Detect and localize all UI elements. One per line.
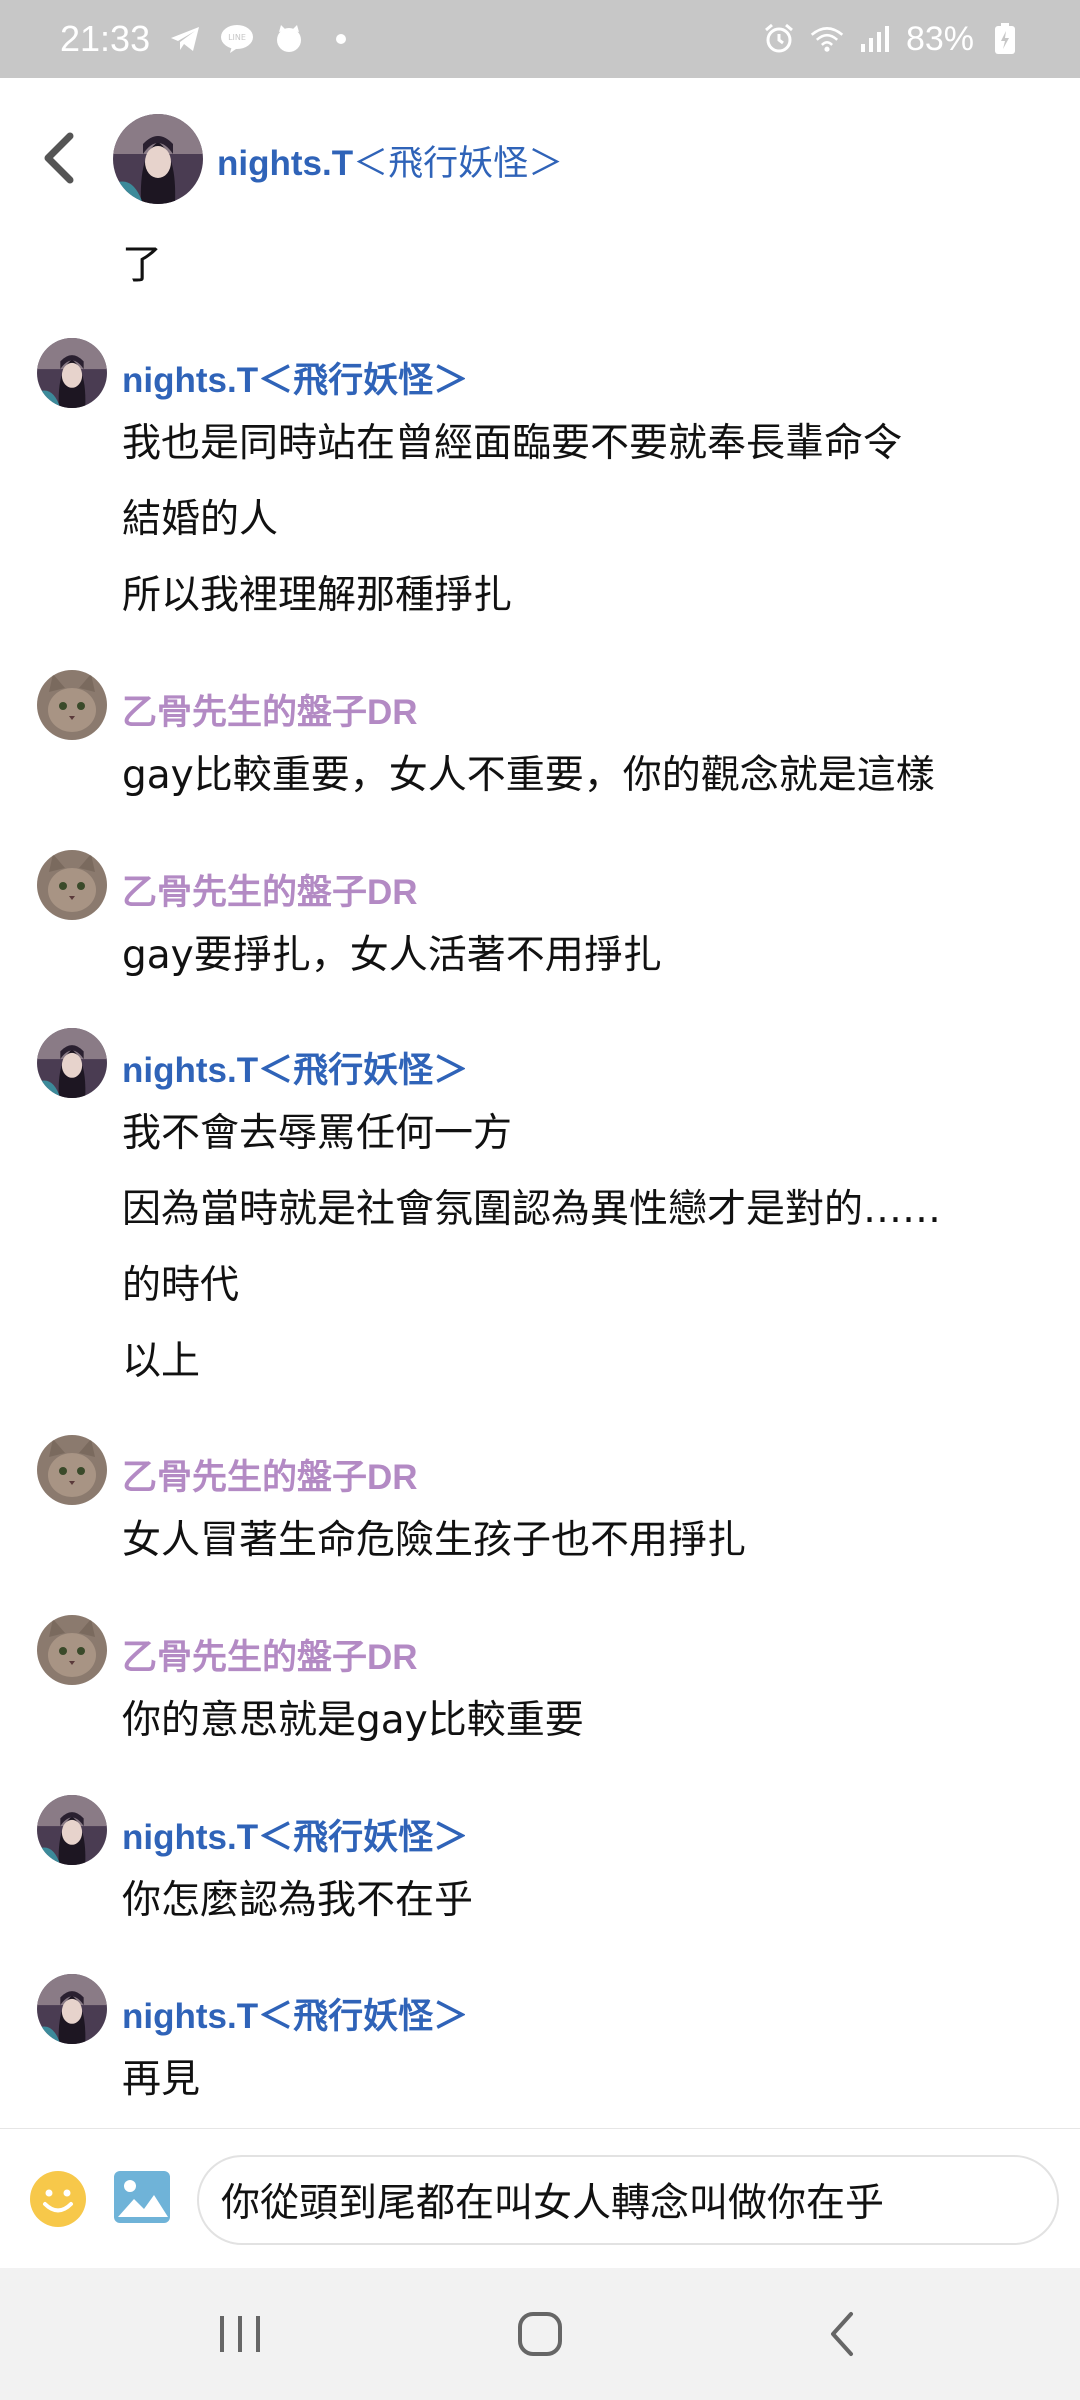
cat-app-icon — [272, 22, 306, 56]
battery-percent: 83% — [905, 19, 974, 58]
back-icon — [831, 2312, 853, 2356]
message-text-line: 結婚的人 — [122, 497, 279, 542]
message-text-line: 你怎麼認為我不在乎 — [122, 1878, 474, 1923]
alarm-icon — [762, 22, 796, 56]
avatar[interactable] — [37, 1615, 107, 1685]
back-button[interactable] — [30, 128, 86, 188]
message-text-line: 的時代 — [122, 1263, 240, 1308]
avatar[interactable] — [37, 1974, 107, 2044]
message-text-line: 再見 — [122, 2057, 201, 2102]
svg-text:LINE: LINE — [228, 33, 246, 42]
chevron-left-icon — [44, 132, 74, 184]
message-sender[interactable]: 乙骨先生的盤子DR — [122, 684, 418, 735]
status-time: 21:33 — [60, 18, 151, 59]
home-icon — [518, 2312, 562, 2356]
telegram-icon — [168, 22, 202, 56]
message-text-line: 你的意思就是gay比較重要 — [122, 1698, 584, 1743]
status-bar: 21:33 LINE 83% — [0, 0, 1080, 78]
avatar[interactable] — [37, 1795, 107, 1865]
message-sender[interactable]: 乙骨先生的盤子DR — [122, 1629, 418, 1680]
avatar[interactable] — [37, 850, 107, 920]
battery-icon — [988, 22, 1022, 56]
image-button[interactable] — [112, 2169, 172, 2225]
message-sender[interactable]: nights.T＜飛行妖怪＞ — [122, 352, 468, 403]
line-icon: LINE — [220, 22, 254, 56]
system-nav-bar — [0, 2268, 1080, 2400]
message-text-line: gay比較重要，女人不重要，你的觀念就是這樣 — [122, 753, 935, 798]
message-input[interactable]: 你從頭到尾都在叫女人轉念叫做你在乎 — [197, 2155, 1059, 2245]
message-text-line: 我也是同時站在曾經面臨要不要就奉長輩命令 — [122, 421, 903, 466]
chat-title-bracket: ＜飛行妖怪＞ — [353, 144, 564, 183]
message-sender[interactable]: 乙骨先生的盤子DR — [122, 864, 418, 915]
message-text-line: 女人冒著生命危險生孩子也不用掙扎 — [122, 1518, 747, 1563]
wifi-icon — [810, 22, 844, 56]
avatar[interactable] — [37, 1028, 107, 1098]
avatar[interactable] — [37, 670, 107, 740]
smiley-icon — [30, 2171, 86, 2227]
message-text-line: 了 — [122, 242, 162, 288]
avatar[interactable] — [37, 1435, 107, 1505]
message-sender[interactable]: nights.T＜飛行妖怪＞ — [122, 1042, 468, 1093]
emoji-button[interactable] — [28, 2169, 88, 2229]
home-button[interactable] — [500, 2304, 580, 2364]
image-icon — [114, 2171, 170, 2223]
message-text-line: 以上 — [122, 1339, 201, 1384]
recents-icon — [220, 2316, 260, 2352]
chat-title-main: nights.T — [217, 144, 354, 183]
message-text-line: 我不會去辱罵任何一方 — [122, 1111, 513, 1156]
message-text-line: gay要掙扎，女人活著不用掙扎 — [122, 933, 662, 978]
chat-header: nights.T＜飛行妖怪＞ — [0, 78, 1080, 238]
recent-apps-button[interactable] — [200, 2304, 280, 2364]
message-sender[interactable]: nights.T＜飛行妖怪＞ — [122, 1809, 468, 1860]
message-text-line: 因為當時就是社會氛圍認為異性戀才是對的…… — [122, 1187, 942, 1232]
dot-icon — [324, 22, 358, 56]
message-text-line: 所以我裡理解那種掙扎 — [122, 573, 513, 618]
signal-icon — [858, 22, 892, 56]
chat-title[interactable]: nights.T＜飛行妖怪＞ — [217, 135, 563, 186]
message-input-bar: 你從頭到尾都在叫女人轉念叫做你在乎 — [0, 2128, 1080, 2269]
back-nav-button[interactable] — [803, 2304, 883, 2364]
message-sender[interactable]: 乙骨先生的盤子DR — [122, 1449, 418, 1500]
avatar[interactable] — [113, 114, 203, 204]
message-sender[interactable]: nights.T＜飛行妖怪＞ — [122, 1988, 468, 2039]
avatar[interactable] — [37, 338, 107, 408]
